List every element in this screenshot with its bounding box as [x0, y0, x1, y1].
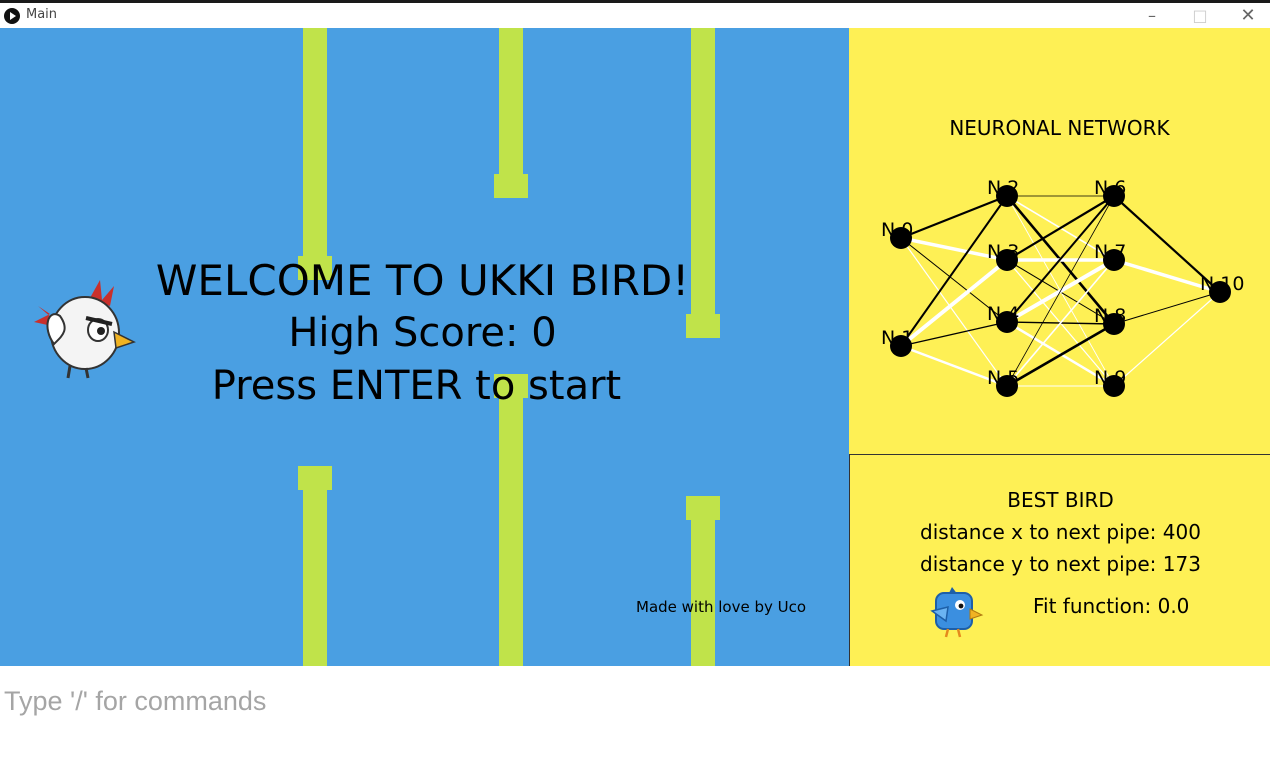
pipe-bottom [303, 478, 327, 666]
nn-node-label: N 5 [987, 367, 1019, 389]
minimize-button[interactable]: – [1132, 5, 1172, 27]
neural-network-panel: NEURONAL NETWORK N 0N 1N 2N 3N 4N 5N 6N … [849, 28, 1270, 454]
nn-connection [1113, 291, 1221, 325]
pipe-bottom-cap [298, 466, 332, 490]
window-title: Main [26, 7, 58, 22]
pipe-bottom [499, 388, 523, 666]
window-titlebar: Main – □ ✕ [0, 3, 1270, 28]
maximize-button[interactable]: □ [1180, 5, 1220, 27]
pipe-top-cap [494, 174, 528, 198]
pipe-top [303, 28, 327, 268]
best-bird-panel: BEST BIRD distance x to next pipe: 400 d… [849, 454, 1270, 666]
nn-connection [1113, 291, 1221, 387]
command-input[interactable]: Type '/' for commands [4, 686, 266, 717]
nn-node-label: N 2 [987, 177, 1019, 199]
best-bird-title: BEST BIRD [1007, 488, 1114, 512]
pipe-bottom [691, 508, 715, 666]
fit-function-text: Fit function: 0.0 [1033, 594, 1190, 618]
distance-x-text: distance x to next pipe: 400 [920, 520, 1201, 544]
nn-node-label: N 1 [881, 327, 913, 349]
nn-node-label: N 8 [1094, 305, 1126, 327]
nn-node-label: N 9 [1094, 367, 1126, 389]
neural-network-diagram: N 0 N 1 N 2 N 3 N 4 N 5 N 6 N 7 N 8 N 9 N 10 [881, 177, 1244, 397]
welcome-title: WELCOME TO UKKI BIRD! [155, 256, 690, 305]
nn-node-label: N 7 [1094, 241, 1126, 263]
distance-y-text: distance y to next pipe: 173 [920, 552, 1201, 576]
pipe-bottom-cap [686, 496, 720, 520]
pipe-top [499, 28, 523, 188]
best-bird-sprite [930, 587, 984, 638]
nn-node-label: N 4 [987, 303, 1019, 325]
nn-node-label: N 0 [881, 219, 913, 241]
close-button[interactable]: ✕ [1228, 5, 1268, 27]
nn-node-label: N 6 [1094, 177, 1126, 199]
nn-node-label: N 10 [1200, 273, 1244, 295]
start-prompt: Press ENTER to start [211, 363, 622, 409]
game-canvas[interactable]: WELCOME TO UKKI BIRD! High Score: 0 Pres… [0, 28, 849, 666]
credit-text: Made with love by Uco [636, 598, 807, 616]
nn-node-label: N 3 [987, 241, 1019, 263]
app-icon [4, 8, 20, 24]
high-score-text: High Score: 0 [288, 310, 557, 356]
